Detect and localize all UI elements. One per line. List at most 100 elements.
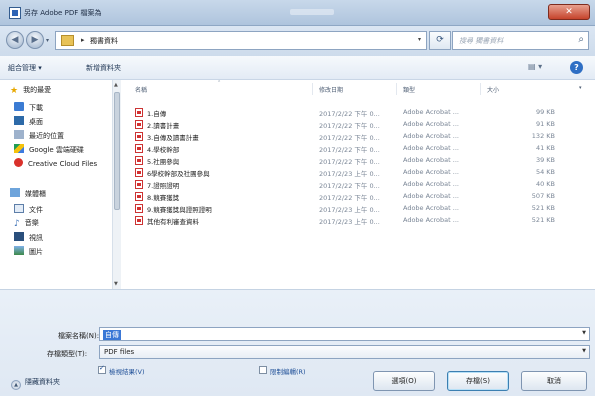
file-row[interactable]: 2.讀書計畫 2017/2/22 下午 0... Adobe Acrobat ...… [122,119,595,130]
file-name: 5.社團參與 [147,158,180,166]
view-result-label[interactable]: 檢視結果(V) [109,366,145,376]
options-button[interactable]: 選項(O) [373,371,435,391]
nav-item-documents[interactable]: 文件 [14,204,43,215]
pictures-icon [14,246,24,255]
command-toolbar: 組合管理 ▾ 新增資料夾 ▤ ▾ ? [0,56,595,80]
file-size: 91 KB [535,120,555,128]
pdf-file-icon [135,204,143,213]
file-name: 4.學校幹部 [147,146,180,154]
file-type: Adobe Acrobat ... [403,216,459,224]
close-button[interactable]: ✕ [548,4,590,20]
cancel-button[interactable]: 取消 [521,371,587,391]
file-row[interactable]: 7.證照證明 2017/2/22 下午 0... Adobe Acrobat ...… [122,179,595,190]
nav-favorites-label: 我的最愛 [23,86,52,94]
file-list: ⌃ 名稱 修改日期 類型 大小 ▾ 1.自傳 2017/2/22 下午 0... A… [122,80,595,289]
file-type: Adobe Acrobat ... [403,120,459,128]
pdf-file-icon [135,216,143,225]
nav-item-desktop[interactable]: 桌面 [14,116,43,127]
nav-item-label: 桌面 [29,118,43,126]
scroll-up-arrow-icon[interactable]: ▲ [114,82,118,88]
file-row[interactable]: 其他有利審查資料 2017/2/23 上午 0... Adobe Acrobat .… [122,215,595,226]
column-header-name[interactable]: 名稱 [135,85,147,94]
file-row[interactable]: 1.自傳 2017/2/22 下午 0... Adobe Acrobat ... 99… [122,107,595,118]
file-type: Adobe Acrobat ... [403,192,459,200]
nav-item-downloads[interactable]: 下載 [14,102,43,113]
change-view-button[interactable]: ▤ ▾ [528,62,542,71]
view-result-checkbox[interactable] [98,364,106,374]
pdf-file-icon [135,132,143,141]
filename-value[interactable]: 自傳 [103,330,121,340]
nav-item-recent-places[interactable]: 最近的位置 [14,130,64,141]
search-input[interactable]: 搜尋 獨書資料 ⌕ [452,31,589,50]
navigation-scrollbar[interactable]: ▲ ▼ [112,80,121,289]
file-name: 其他有利審查資料 [147,218,199,226]
address-history-dropdown-icon[interactable]: ▾ [418,36,421,43]
creative-cloud-icon [14,158,23,167]
recent-pages-dropdown-icon[interactable]: ▾ [46,37,49,44]
new-folder-button[interactable]: 新增資料夾 [86,63,121,73]
column-filter-dropdown-icon[interactable]: ▾ [579,85,582,91]
restrict-editing-checkbox[interactable] [259,366,267,374]
help-icon[interactable]: ? [570,61,583,74]
breadcrumb-current-folder[interactable]: 獨書資料 [90,36,118,46]
nav-favorites[interactable]: ★ 我的最愛 [10,85,51,96]
file-row[interactable]: 5.社團參與 2017/2/22 下午 0... Adobe Acrobat ...… [122,155,595,166]
libraries-icon [10,188,20,197]
file-name: 3.自傳及讀書計畫 [147,134,199,142]
address-row: ◀ ▶ ▾ ▸ 獨書資料 ▾ ⟳ 搜尋 獨書資料 ⌕ [0,26,595,56]
column-header-date[interactable]: 修改日期 [319,85,343,94]
file-name: 1.自傳 [147,110,167,118]
file-row[interactable]: 8.競賽獲獎 2017/2/22 下午 0... Adobe Acrobat ...… [122,191,595,202]
file-row[interactable]: 6學校幹部及社團參與 2017/2/23 上午 0... Adobe Acrobat… [122,167,595,178]
nav-item-pictures[interactable]: 圖片 [14,246,43,257]
file-name: 9.競賽獲獎與證照證明 [147,206,212,214]
column-header-type[interactable]: 類型 [403,85,415,94]
scrollbar-thumb[interactable] [114,92,120,210]
nav-item-label: Creative Cloud Files [28,160,98,168]
file-row[interactable]: 4.學校幹部 2017/2/22 下午 0... Adobe Acrobat ...… [122,143,595,154]
forward-button[interactable]: ▶ [26,31,44,49]
folder-icon [61,35,74,46]
save-button[interactable]: 存檔(S) [447,371,509,391]
nav-item-videos[interactable]: 視訊 [14,232,43,243]
filetype-select[interactable]: PDF files ▼ [99,345,590,359]
hide-folders-toggle[interactable]: ▲ 隱藏資料夾 [11,377,60,390]
organize-menu-button[interactable]: 組合管理 ▾ [8,63,42,73]
file-size: 54 KB [535,168,555,176]
filetype-dropdown-icon[interactable]: ▼ [582,348,586,354]
video-icon [14,232,24,241]
nav-item-google-drive[interactable]: Google 雲端硬碟 [14,144,84,155]
file-date: 2017/2/22 下午 0... [319,122,380,130]
column-divider[interactable] [312,83,313,95]
file-size: 41 KB [535,144,555,152]
filetype-value: PDF files [104,348,135,356]
filename-input[interactable]: 自傳 ▼ [99,327,590,341]
nav-item-creative-cloud[interactable]: Creative Cloud Files [14,158,97,168]
download-folder-icon [14,102,24,111]
file-row[interactable]: 3.自傳及讀書計畫 2017/2/22 下午 0... Adobe Acrobat … [122,131,595,142]
scroll-down-arrow-icon[interactable]: ▼ [114,281,118,287]
column-header-size[interactable]: 大小 [487,85,499,94]
filename-history-dropdown-icon[interactable]: ▼ [582,330,586,336]
nav-item-label: 圖片 [29,248,43,256]
refresh-button[interactable]: ⟳ [429,31,451,50]
pdf-file-icon [135,168,143,177]
column-divider[interactable] [480,83,481,95]
address-bar[interactable]: ▸ 獨書資料 ▾ [55,31,427,50]
back-button[interactable]: ◀ [6,31,24,49]
file-row[interactable]: 9.競賽獲獎與證照證明 2017/2/23 上午 0... Adobe Acroba… [122,203,595,214]
nav-item-music[interactable]: ♪ 音樂 [14,218,39,229]
file-date: 2017/2/22 下午 0... [319,194,380,202]
restrict-editing-label[interactable]: 限制編輯(R) [270,366,306,376]
search-icon[interactable]: ⌕ [578,34,584,45]
column-divider[interactable] [396,83,397,95]
file-name: 8.競賽獲獎 [147,194,180,202]
nav-libraries[interactable]: 媒體櫃 [10,188,46,199]
breadcrumb-separator[interactable]: ▸ [81,36,85,44]
collapse-arrow-icon: ▲ [11,380,21,390]
file-name: 6學校幹部及社團參與 [147,170,210,178]
pdf-file-icon [135,180,143,189]
file-date: 2017/2/22 下午 0... [319,110,380,118]
nav-item-label: 視訊 [29,234,43,242]
file-type: Adobe Acrobat ... [403,132,459,140]
